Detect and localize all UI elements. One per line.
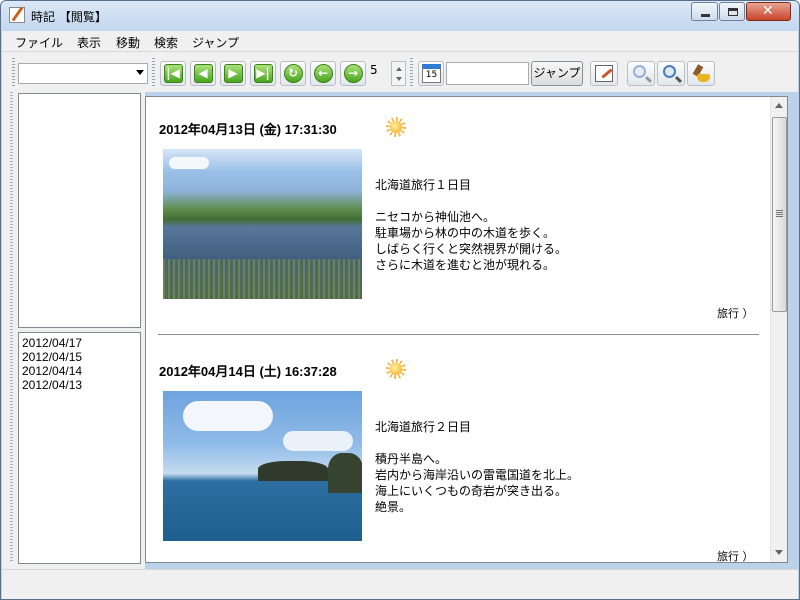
page-spinner[interactable] <box>391 61 406 86</box>
sidebar: 2012/04/17 2012/04/15 2012/04/14 2012/04… <box>2 92 145 569</box>
toolbar: |◀ ◀ ▶ ▶| ↻ ← → 5 15 ジャンプ <box>2 51 798 92</box>
maximize-icon <box>728 8 738 16</box>
app-icon <box>9 7 25 23</box>
list-item[interactable]: 2012/04/17 <box>19 336 140 350</box>
menu-search[interactable]: 検索 <box>154 34 178 51</box>
menu-move[interactable]: 移動 <box>116 34 140 51</box>
forward-button[interactable]: → <box>340 61 366 86</box>
refresh-button[interactable]: ↻ <box>280 61 306 86</box>
last-button[interactable]: ▶| <box>250 61 276 86</box>
toolbar-grip[interactable] <box>12 58 15 86</box>
close-button[interactable]: ✕ <box>746 2 791 21</box>
status-bar <box>2 569 798 599</box>
menu-view[interactable]: 表示 <box>77 34 101 51</box>
title-bar: 時記 【閲覧】 ✕ <box>1 1 799 31</box>
minimize-icon <box>701 14 710 17</box>
minimize-button[interactable] <box>691 2 718 21</box>
entry-date: 2012年04月14日 (土) 16:37:28 <box>159 364 337 379</box>
maximize-button[interactable] <box>719 2 745 21</box>
toolbar-grip[interactable] <box>410 58 413 86</box>
jump-date-input[interactable] <box>446 62 529 85</box>
menu-bar: ファイル 表示 移動 検索 ジャンプ <box>2 31 798 51</box>
scroll-thumb[interactable] <box>772 117 787 312</box>
entry-combo[interactable] <box>18 63 148 84</box>
scroll-up-icon[interactable] <box>775 103 783 108</box>
calendar-icon: 15 <box>422 64 441 83</box>
edit-icon <box>595 65 613 82</box>
search-button[interactable] <box>627 61 655 86</box>
scroll-down-icon[interactable] <box>775 550 783 555</box>
calendar-button[interactable]: 15 <box>418 61 444 86</box>
vertical-scrollbar[interactable] <box>770 97 787 562</box>
entry-text: 北海道旅行１日目 ニセコから神仙池へ。 駐車場から林の中の木道を歩く。 しばらく… <box>375 178 568 272</box>
sun-icon <box>386 117 406 137</box>
jump-button[interactable]: ジャンプ <box>531 61 583 86</box>
entry-tag[interactable]: 旅行 ） <box>717 548 754 562</box>
edit-button[interactable] <box>590 61 618 86</box>
page-number-input[interactable]: 5 <box>370 61 390 86</box>
entry-date: 2012年04月13日 (金) 17:31:30 <box>159 122 337 137</box>
close-icon: ✕ <box>762 3 774 19</box>
window-title: 時記 【閲覧】 <box>31 10 107 24</box>
list-item[interactable]: 2012/04/15 <box>19 350 140 364</box>
list-item[interactable]: 2012/04/14 <box>19 364 140 378</box>
entry-photo[interactable] <box>163 149 362 299</box>
menu-jump[interactable]: ジャンプ <box>192 34 239 51</box>
toolbar-grip[interactable] <box>152 58 155 86</box>
prev-page-button[interactable]: ◀ <box>190 61 216 86</box>
entry-text: 北海道旅行２日目 積丹半島へ。 岩内から海岸沿いの雷電国道を北上。 海上にいくつ… <box>375 420 580 514</box>
search-detail-icon <box>663 65 676 78</box>
sidebar-grip[interactable] <box>10 92 13 562</box>
spin-down-icon[interactable] <box>396 77 402 81</box>
entry-tag[interactable]: 旅行 ） <box>717 305 754 321</box>
chevron-down-icon[interactable] <box>136 70 144 75</box>
date-list[interactable]: 2012/04/17 2012/04/15 2012/04/14 2012/04… <box>18 332 141 564</box>
main-window: 時記 【閲覧】 ✕ ファイル 表示 移動 検索 ジャンプ |◀ ◀ ▶ ▶| ↻… <box>0 0 800 600</box>
menu-file[interactable]: ファイル <box>15 34 63 51</box>
sun-icon <box>386 359 406 379</box>
list-item[interactable]: 2012/04/13 <box>19 378 140 392</box>
clear-button[interactable] <box>687 61 715 86</box>
entry-photo[interactable] <box>163 391 362 541</box>
spin-up-icon[interactable] <box>396 67 402 71</box>
category-tree[interactable] <box>18 93 141 328</box>
first-button[interactable]: |◀ <box>160 61 186 86</box>
search-detail-button[interactable] <box>657 61 685 86</box>
diary-view[interactable]: 2012年04月13日 (金) 17:31:30 北海道旅行１日目 ニセコから神… <box>145 96 788 563</box>
back-button[interactable]: ← <box>310 61 336 86</box>
search-icon <box>633 65 646 78</box>
next-page-button[interactable]: ▶ <box>220 61 246 86</box>
entry-divider <box>158 334 759 335</box>
